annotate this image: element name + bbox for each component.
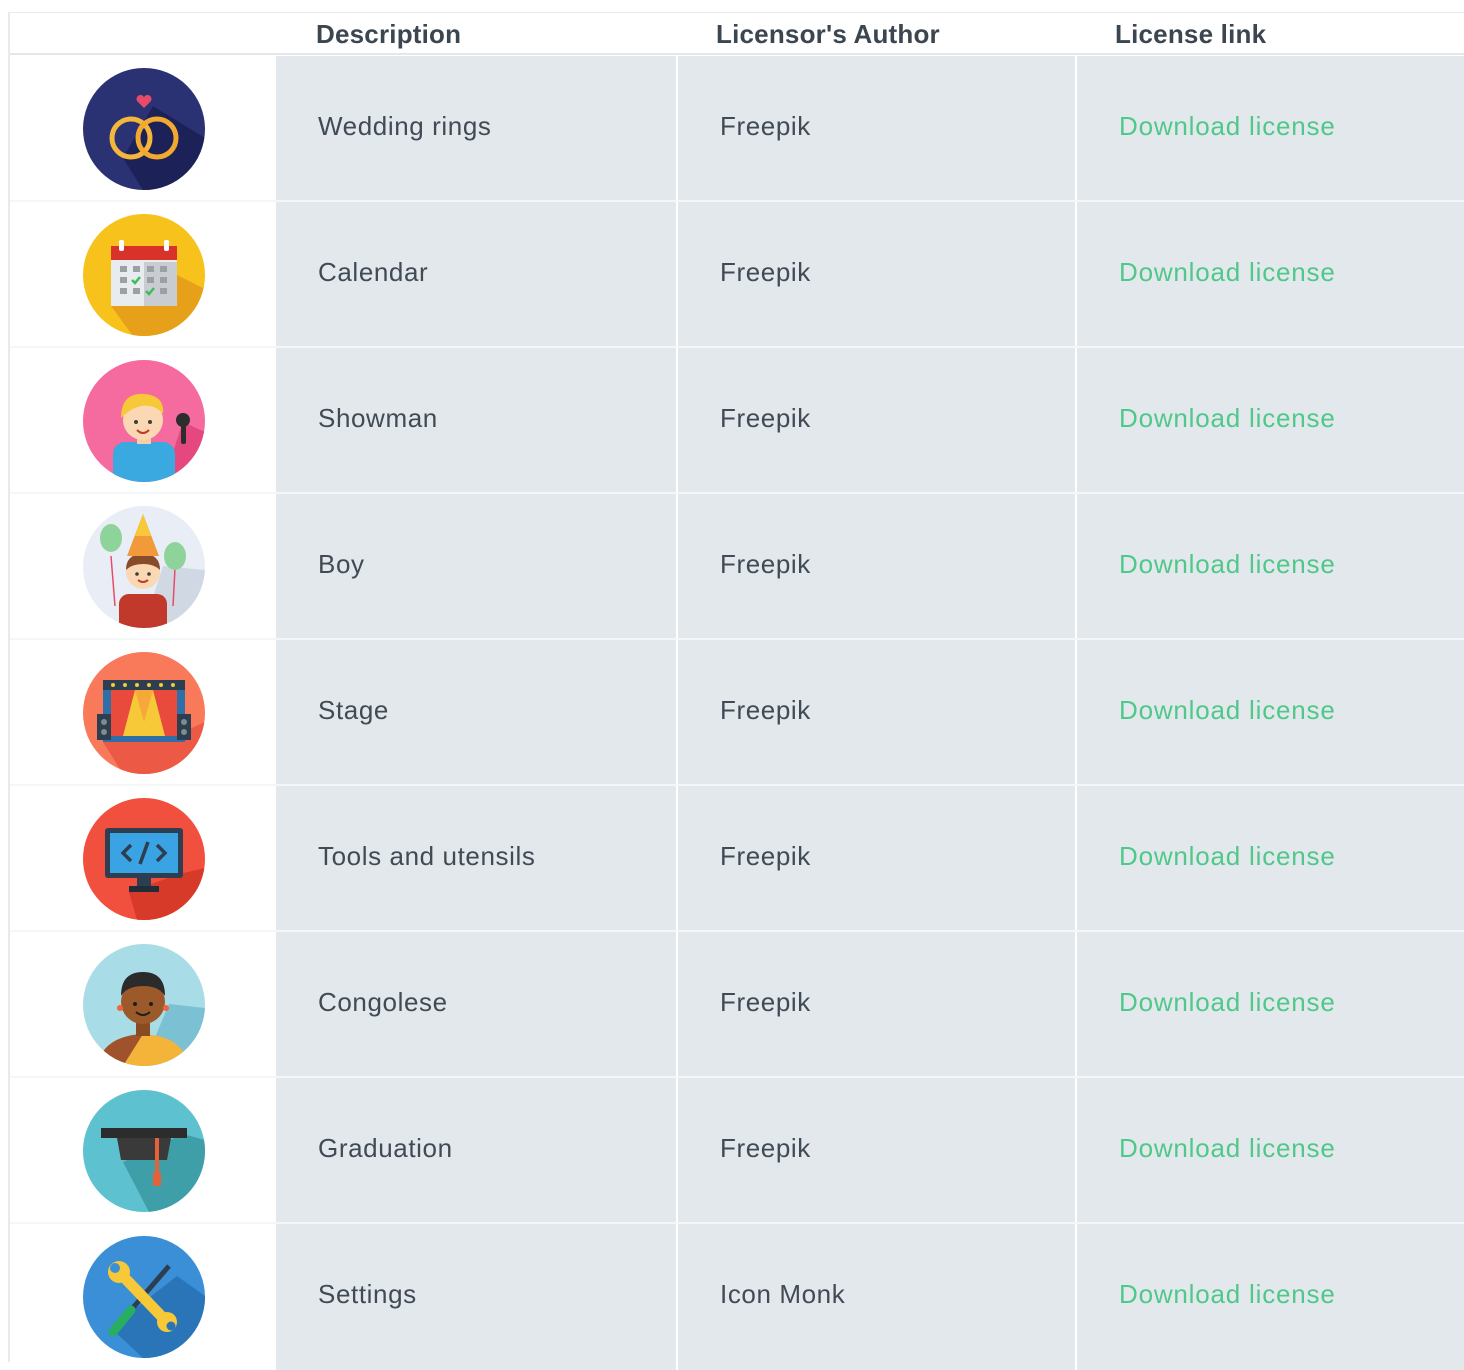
table-row: Boy Freepik Download license <box>10 494 1464 640</box>
stage-icon <box>83 652 205 774</box>
author-text: Freepik <box>720 403 811 433</box>
author-cell: Freepik <box>678 348 1075 492</box>
description-text: Calendar <box>318 257 429 287</box>
description-cell: Wedding rings <box>276 56 676 200</box>
icon-cell <box>10 56 276 200</box>
author-text: Freepik <box>720 1133 811 1163</box>
author-text: Freepik <box>720 257 811 287</box>
description-cell: Congolese <box>276 932 676 1076</box>
header-author: Licensor's Author <box>716 19 940 49</box>
description-cell: Tools and utensils <box>276 786 676 930</box>
author-text: Freepik <box>720 549 811 579</box>
table-header: Description Licensor's Author License li… <box>10 13 1464 55</box>
table-row: Showman Freepik Download license <box>10 348 1464 494</box>
download-license-link[interactable]: Download license <box>1119 1279 1336 1310</box>
table-row: Settings Icon Monk Download license <box>10 1224 1464 1370</box>
author-cell: Freepik <box>678 494 1075 638</box>
license-link-cell: Download license <box>1077 56 1464 200</box>
description-text: Showman <box>318 403 438 433</box>
description-cell: Settings <box>276 1224 676 1370</box>
table-body: Wedding rings Freepik Download license C… <box>10 56 1464 1370</box>
author-text: Freepik <box>720 841 811 871</box>
table-row: Tools and utensils Freepik Download lice… <box>10 786 1464 932</box>
code-monitor-icon <box>83 798 205 920</box>
author-cell: Icon Monk <box>678 1224 1075 1370</box>
description-text: Tools and utensils <box>318 841 536 871</box>
description-text: Congolese <box>318 987 448 1017</box>
description-text: Stage <box>318 695 389 725</box>
license-link-cell: Download license <box>1077 786 1464 930</box>
author-cell: Freepik <box>678 786 1075 930</box>
download-license-link[interactable]: Download license <box>1119 695 1336 726</box>
download-license-link[interactable]: Download license <box>1119 403 1336 434</box>
header-license-link: License link <box>1115 19 1267 49</box>
showman-icon <box>83 360 205 482</box>
icon-cell <box>10 348 276 492</box>
icon-cell <box>10 786 276 930</box>
description-text: Boy <box>318 549 365 579</box>
description-cell: Graduation <box>276 1078 676 1222</box>
description-text: Settings <box>318 1279 417 1309</box>
table-row: Wedding rings Freepik Download license <box>10 56 1464 202</box>
download-license-link[interactable]: Download license <box>1119 1133 1336 1164</box>
description-cell: Boy <box>276 494 676 638</box>
author-text: Freepik <box>720 111 811 141</box>
calendar-icon <box>83 214 205 336</box>
table-row: Stage Freepik Download license <box>10 640 1464 786</box>
license-link-cell: Download license <box>1077 494 1464 638</box>
graduation-cap-icon <box>83 1090 205 1212</box>
description-text: Wedding rings <box>318 111 492 141</box>
icon-cell <box>10 932 276 1076</box>
icon-cell <box>10 1224 276 1370</box>
license-link-cell: Download license <box>1077 1078 1464 1222</box>
download-license-link[interactable]: Download license <box>1119 549 1336 580</box>
author-cell: Freepik <box>678 56 1075 200</box>
table-row: Calendar Freepik Download license <box>10 202 1464 348</box>
download-license-link[interactable]: Download license <box>1119 841 1336 872</box>
description-cell: Stage <box>276 640 676 784</box>
license-link-cell: Download license <box>1077 1224 1464 1370</box>
license-link-cell: Download license <box>1077 202 1464 346</box>
author-cell: Freepik <box>678 202 1075 346</box>
settings-tools-icon <box>83 1236 205 1358</box>
download-license-link[interactable]: Download license <box>1119 987 1336 1018</box>
author-cell: Freepik <box>678 640 1075 784</box>
table-row: Graduation Freepik Download license <box>10 1078 1464 1224</box>
license-link-cell: Download license <box>1077 640 1464 784</box>
icon-cell <box>10 640 276 784</box>
author-cell: Freepik <box>678 932 1075 1076</box>
header-description: Description <box>316 19 462 49</box>
download-license-link[interactable]: Download license <box>1119 257 1336 288</box>
license-link-cell: Download license <box>1077 348 1464 492</box>
wedding-rings-icon <box>83 68 205 190</box>
author-text: Icon Monk <box>720 1279 846 1309</box>
description-text: Graduation <box>318 1133 453 1163</box>
description-cell: Calendar <box>276 202 676 346</box>
icon-cell <box>10 494 276 638</box>
author-text: Freepik <box>720 987 811 1017</box>
description-cell: Showman <box>276 348 676 492</box>
author-text: Freepik <box>720 695 811 725</box>
icon-cell <box>10 1078 276 1222</box>
license-link-cell: Download license <box>1077 932 1464 1076</box>
download-license-link[interactable]: Download license <box>1119 111 1336 142</box>
table-row: Congolese Freepik Download license <box>10 932 1464 1078</box>
boy-icon <box>83 506 205 628</box>
congolese-person-icon <box>83 944 205 1066</box>
icon-cell <box>10 202 276 346</box>
author-cell: Freepik <box>678 1078 1075 1222</box>
